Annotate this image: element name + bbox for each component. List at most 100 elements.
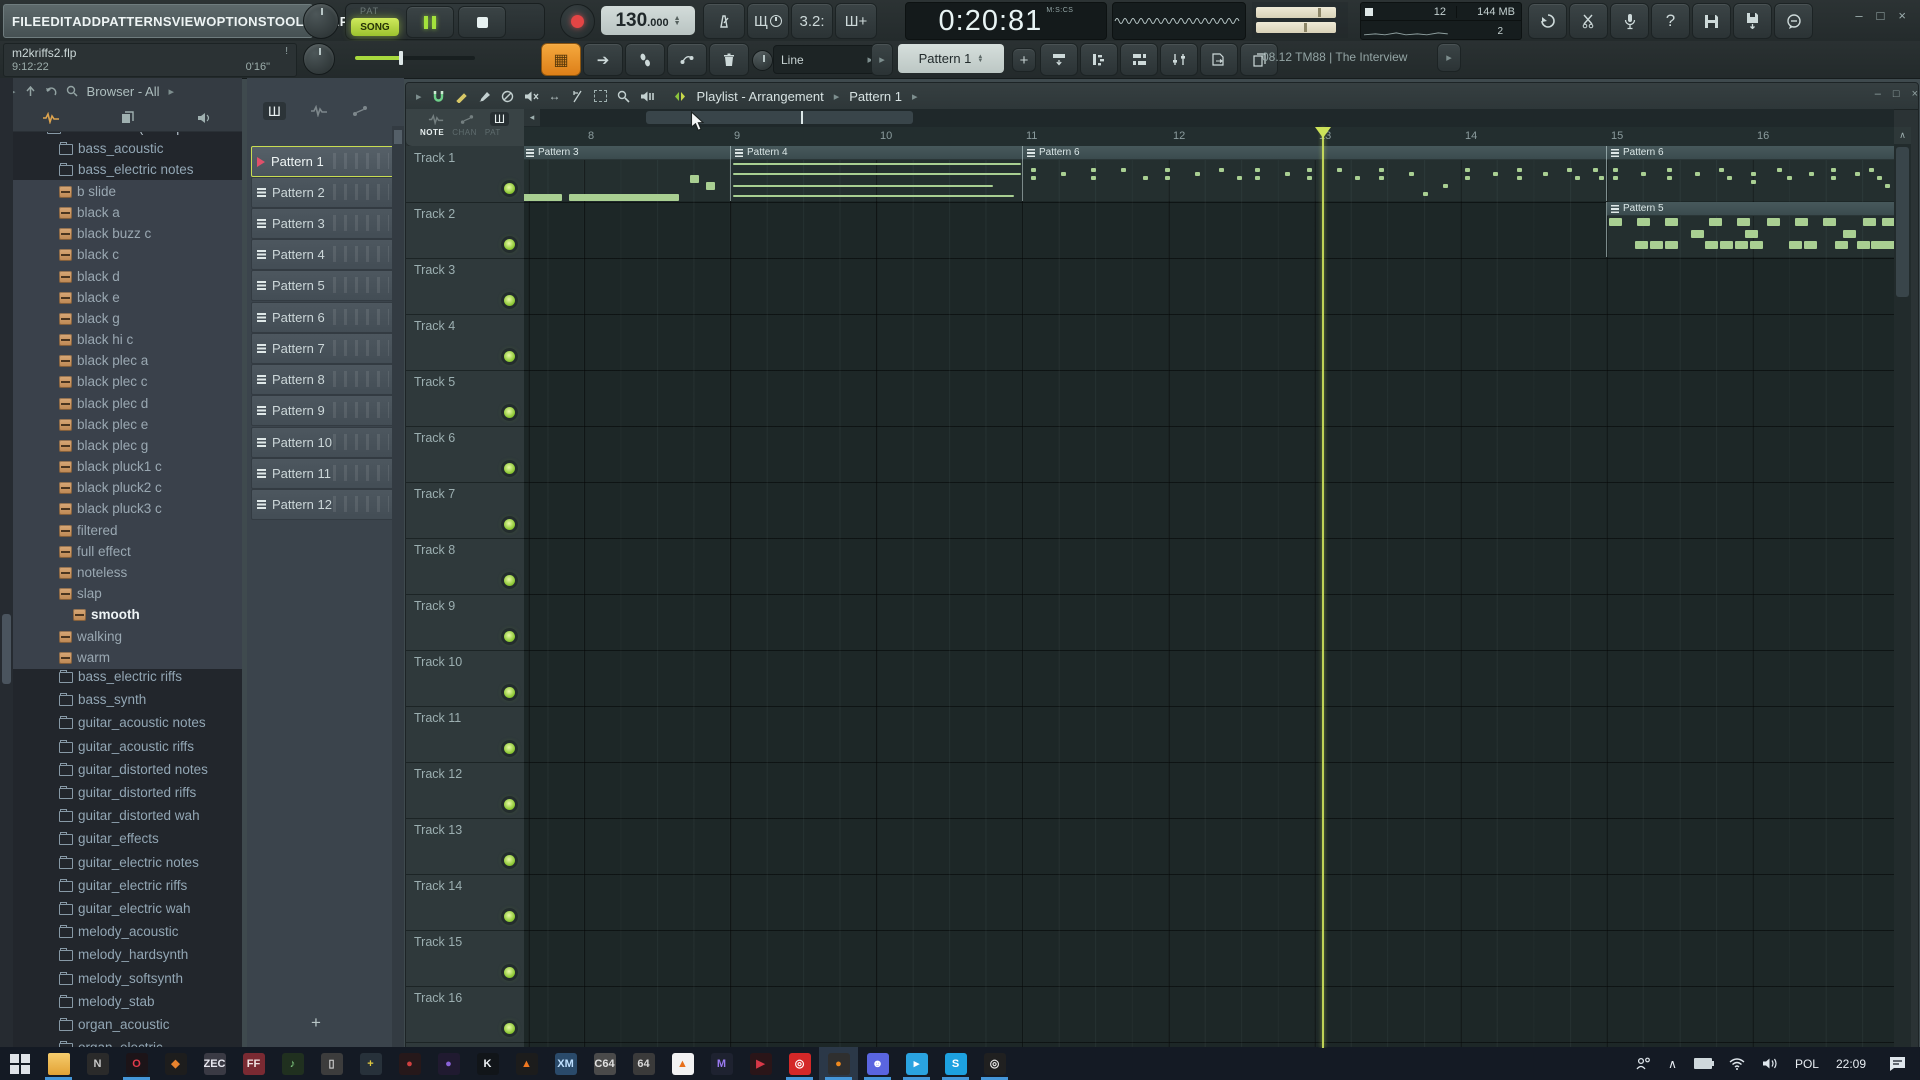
tree-item[interactable]: black plec a [13, 350, 242, 371]
save-new-version-button[interactable] [1733, 3, 1772, 39]
track-header[interactable]: Track 16 [406, 986, 524, 1043]
xm-tracker-app[interactable]: XM [546, 1047, 585, 1080]
playback-tool-icon[interactable] [640, 90, 655, 103]
slice-tool-icon[interactable] [571, 90, 584, 103]
browser-search-icon[interactable] [66, 85, 78, 97]
audio-icon[interactable] [310, 105, 328, 117]
tree-item[interactable]: bass_acoustic [13, 138, 242, 159]
playlist-minimize-button[interactable]: – [1875, 88, 1881, 100]
tempo-spinner[interactable]: ▲▼ [674, 16, 681, 26]
playlist-button[interactable] [1200, 43, 1238, 76]
pattern-clip[interactable]: Pattern 4 [730, 146, 1023, 201]
track-led-icon[interactable] [504, 183, 515, 194]
pattern-clip[interactable]: Pattern 6 [1022, 146, 1607, 201]
vlc-player[interactable]: ▲ [663, 1047, 702, 1080]
tree-item[interactable]: guitar_electric riffs [13, 875, 242, 896]
tree-item[interactable]: black pluck2 c [13, 477, 242, 498]
add-pattern-button[interactable]: + [1012, 48, 1036, 72]
timeline-ruler[interactable]: 8910111213141516 [524, 127, 1894, 147]
track-header[interactable]: Track 12 [406, 762, 524, 819]
pattern-row[interactable]: Pattern 5 [251, 270, 396, 301]
tree-item[interactable]: melody_stab [13, 991, 242, 1012]
track-header[interactable]: Track 9 [406, 594, 524, 651]
playhead-line[interactable] [1322, 127, 1324, 1048]
tab-chan[interactable]: CHAN [452, 128, 477, 137]
pattern-row[interactable]: Pattern 1 [251, 146, 396, 177]
track-header[interactable]: Track 4 [406, 314, 524, 371]
tree-item[interactable]: black hi c [13, 329, 242, 350]
track-led-icon[interactable] [504, 351, 515, 362]
start-button[interactable] [0, 1047, 39, 1080]
mixer-button[interactable] [1160, 43, 1198, 76]
tree-item[interactable]: filtered [13, 520, 242, 541]
pattern-row[interactable]: Pattern 9 [251, 395, 396, 426]
track-led-icon[interactable] [504, 1023, 515, 1034]
metronome-button[interactable] [703, 3, 745, 39]
pattern-row[interactable]: Pattern 7 [251, 333, 396, 364]
scroll-left-button[interactable]: ◂ [524, 109, 540, 126]
tree-item[interactable]: black plec g [13, 435, 242, 456]
track-led-icon[interactable] [504, 967, 515, 978]
track-led-icon[interactable] [504, 407, 515, 418]
tab-note[interactable]: NOTE [420, 128, 444, 137]
cut-tool-button[interactable] [1569, 3, 1608, 39]
track-header[interactable]: Track 14 [406, 874, 524, 931]
tree-item[interactable]: black a [13, 202, 242, 223]
time-display[interactable]: 0:20:81 M:S:CS [905, 2, 1107, 40]
handheld-app[interactable]: ▯ [312, 1047, 351, 1080]
zoom-tool-icon[interactable] [617, 90, 630, 103]
automation-icon[interactable] [352, 105, 368, 117]
tree-item[interactable]: warm [13, 647, 242, 668]
tree-item[interactable]: guitar_acoustic riffs [13, 736, 242, 757]
delete-tool-icon[interactable] [501, 90, 514, 103]
tree-item[interactable]: black c [13, 244, 242, 265]
tree-item[interactable]: organ_acoustic [13, 1014, 242, 1035]
tree-item[interactable]: guitar_distorted riffs [13, 782, 242, 803]
tree-item[interactable]: melody_softsynth [13, 968, 242, 989]
volume-icon[interactable] [1762, 1057, 1778, 1070]
master-pitch-slider[interactable] [1256, 22, 1336, 33]
wifi-icon[interactable] [1729, 1058, 1745, 1070]
pattern-row[interactable]: Pattern 3 [251, 208, 396, 239]
swing-mini-knob[interactable] [752, 50, 773, 71]
tree-item[interactable]: black e [13, 287, 242, 308]
track-led-icon[interactable] [504, 519, 515, 530]
next-pattern-button[interactable]: ➔ [583, 43, 623, 76]
red-character-app[interactable]: ● [390, 1047, 429, 1080]
track-led-icon[interactable] [504, 687, 515, 698]
note-track-icon[interactable]: Ш [490, 112, 509, 126]
master-volume-slider[interactable] [1256, 7, 1336, 18]
tree-item[interactable]: guitar_electric wah [13, 898, 242, 919]
wait-for-input-button[interactable]: Щ [747, 3, 789, 39]
select-tool-icon[interactable] [594, 90, 607, 102]
tree-item[interactable]: guitar_distorted wah [13, 805, 242, 826]
pat-mode-label[interactable]: PAT [360, 6, 379, 16]
save-button[interactable] [1692, 3, 1731, 39]
piano-roll-button[interactable] [1080, 43, 1118, 76]
m-app[interactable]: M [702, 1047, 741, 1080]
piano-icon[interactable]: Ш [263, 102, 286, 120]
play-pause-button[interactable] [406, 6, 454, 38]
pattern-row[interactable]: Pattern 11 [251, 458, 396, 489]
pattern-clip[interactable]: Pattern 3 [524, 146, 731, 201]
song-mode-button[interactable]: SONG [351, 18, 399, 36]
pattern-selector[interactable]: Pattern 1 ▲▼ [898, 44, 1004, 73]
tree-item[interactable]: bass_electric notes [13, 159, 242, 180]
discord[interactable]: ☻ [858, 1047, 897, 1080]
tray-chevron-icon[interactable]: ∧ [1668, 1057, 1677, 1071]
tree-item[interactable]: bass_electric riffs [13, 666, 242, 687]
tree-item[interactable]: black plec e [13, 414, 242, 435]
tool-menu-arrow[interactable]: ▸ [871, 43, 893, 76]
tree-item[interactable]: slap [13, 583, 242, 604]
link-button[interactable] [667, 43, 707, 76]
step-sequencer-button[interactable]: ▦ [541, 43, 581, 76]
minimize-button[interactable]: – [1855, 8, 1862, 23]
file-explorer[interactable] [39, 1047, 78, 1080]
skype[interactable]: S [936, 1047, 975, 1080]
tree-item[interactable]: organ_electric [13, 1037, 242, 1047]
pattern-add-button[interactable]: + [311, 1013, 321, 1033]
hscroll-handle[interactable] [646, 111, 913, 124]
clock[interactable]: 22:09 [1836, 1057, 1866, 1071]
close-button[interactable]: × [1898, 8, 1906, 23]
feedback-button[interactable] [1774, 3, 1813, 39]
